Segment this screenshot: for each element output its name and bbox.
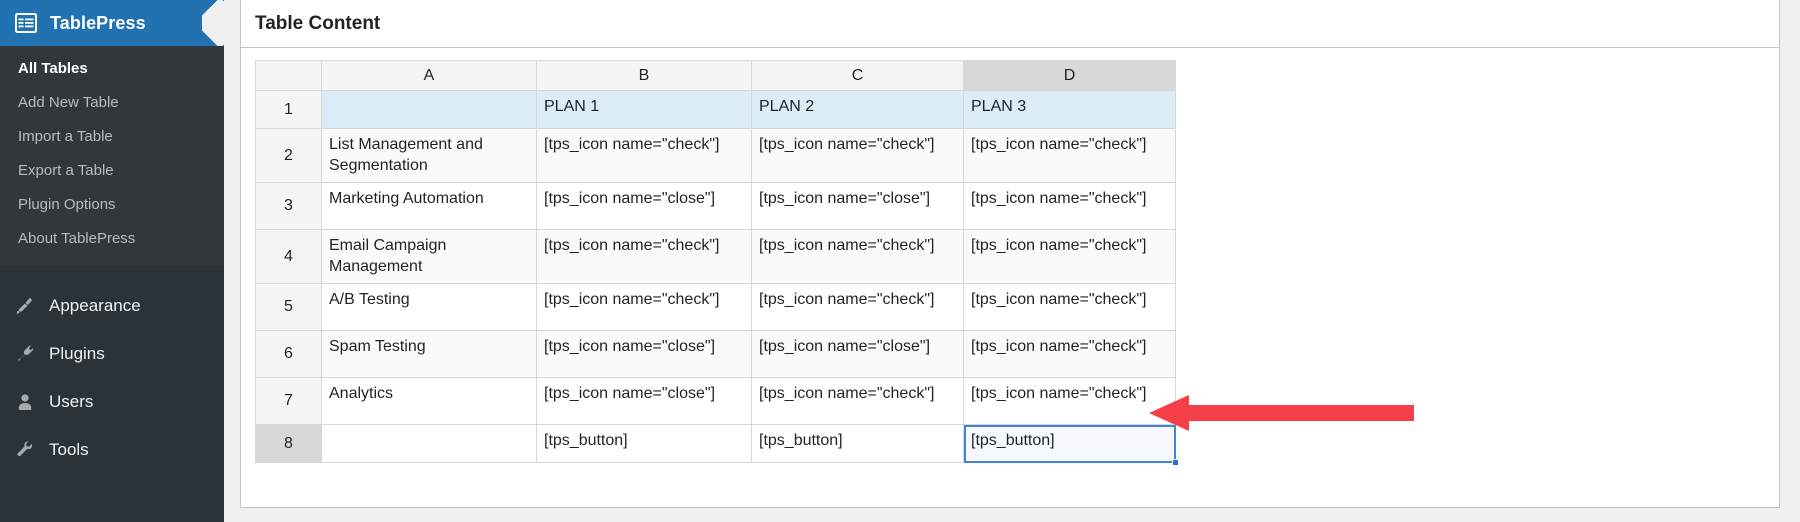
cell-d4[interactable]: [tps_icon name="check"] bbox=[964, 230, 1176, 284]
column-header-d[interactable]: D bbox=[964, 61, 1176, 91]
wrench-icon bbox=[12, 439, 38, 461]
user-icon bbox=[12, 391, 38, 413]
cell-a3[interactable]: Marketing Automation bbox=[322, 183, 537, 230]
cell-a2[interactable]: List Management and Segmentation bbox=[322, 129, 537, 183]
cell-d7[interactable]: [tps_icon name="check"] bbox=[964, 378, 1176, 425]
cell-c3[interactable]: [tps_icon name="close"] bbox=[752, 183, 964, 230]
row-header-4[interactable]: 4 bbox=[256, 230, 322, 284]
spreadsheet-grid[interactable]: A B C D 1 PLAN 1 PLAN 2 PLAN 3 bbox=[255, 60, 1176, 463]
row-header-3[interactable]: 3 bbox=[256, 183, 322, 230]
cell-b6[interactable]: [tps_icon name="close"] bbox=[537, 331, 752, 378]
sidebar-item-plugins[interactable]: Plugins bbox=[0, 330, 224, 378]
table-row: 4 Email Campaign Management [tps_icon na… bbox=[256, 230, 1176, 284]
plugin-title: TablePress bbox=[50, 13, 146, 34]
grid-corner-cell[interactable] bbox=[256, 61, 322, 91]
table-row: 5 A/B Testing [tps_icon name="check"] [t… bbox=[256, 284, 1176, 331]
cell-d3[interactable]: [tps_icon name="check"] bbox=[964, 183, 1176, 230]
cell-c5[interactable]: [tps_icon name="check"] bbox=[752, 284, 964, 331]
screen-root: TablePress All Tables Add New Table Impo… bbox=[0, 0, 1800, 522]
sidebar-item-users[interactable]: Users bbox=[0, 378, 224, 426]
column-header-c[interactable]: C bbox=[752, 61, 964, 91]
row-header-1[interactable]: 1 bbox=[256, 91, 322, 129]
cell-b7[interactable]: [tps_icon name="close"] bbox=[537, 378, 752, 425]
row-header-7[interactable]: 7 bbox=[256, 378, 322, 425]
cell-d6[interactable]: [tps_icon name="check"] bbox=[964, 331, 1176, 378]
content-area: Table Content A B C D bbox=[224, 0, 1800, 522]
panel-header: Table Content bbox=[241, 0, 1779, 48]
sidebar-plugin-header[interactable]: TablePress bbox=[0, 0, 224, 46]
sidebar-main-menu: Appearance Plugins Use bbox=[0, 278, 224, 474]
cell-d8-text: [tps_button] bbox=[971, 432, 1055, 449]
cell-b1[interactable]: PLAN 1 bbox=[537, 91, 752, 129]
cell-c8[interactable]: [tps_button] bbox=[752, 425, 964, 463]
table-icon bbox=[14, 11, 38, 35]
sidebar-item-plugin-options[interactable]: Plugin Options bbox=[0, 188, 224, 222]
column-header-b[interactable]: B bbox=[537, 61, 752, 91]
table-row: 6 Spam Testing [tps_icon name="close"] [… bbox=[256, 331, 1176, 378]
cell-a5[interactable]: A/B Testing bbox=[322, 284, 537, 331]
cell-c1[interactable]: PLAN 2 bbox=[752, 91, 964, 129]
sidebar-item-all-tables[interactable]: All Tables bbox=[0, 52, 224, 86]
cell-b3[interactable]: [tps_icon name="close"] bbox=[537, 183, 752, 230]
table-row: 7 Analytics [tps_icon name="close"] [tps… bbox=[256, 378, 1176, 425]
cell-a1[interactable] bbox=[322, 91, 537, 129]
cell-a7[interactable]: Analytics bbox=[322, 378, 537, 425]
row-header-8[interactable]: 8 bbox=[256, 425, 322, 463]
chevron-left-icon bbox=[202, 0, 224, 46]
cell-c7[interactable]: [tps_icon name="check"] bbox=[752, 378, 964, 425]
row-header-5[interactable]: 5 bbox=[256, 284, 322, 331]
panel-body: A B C D 1 PLAN 1 PLAN 2 PLAN 3 bbox=[241, 48, 1779, 463]
sidebar-item-label: Tools bbox=[49, 440, 89, 460]
sidebar-item-about-tablepress[interactable]: About TablePress bbox=[0, 222, 224, 256]
column-header-a[interactable]: A bbox=[322, 61, 537, 91]
page-title: Table Content bbox=[255, 13, 380, 35]
sidebar-item-add-new-table[interactable]: Add New Table bbox=[0, 86, 224, 120]
selection-fill-handle[interactable] bbox=[1172, 459, 1179, 466]
cell-d8-selected[interactable]: [tps_button] bbox=[964, 425, 1176, 463]
cell-a8[interactable] bbox=[322, 425, 537, 463]
sidebar-item-appearance[interactable]: Appearance bbox=[0, 282, 224, 330]
cell-a4[interactable]: Email Campaign Management bbox=[322, 230, 537, 284]
sidebar-item-import-a-table[interactable]: Import a Table bbox=[0, 120, 224, 154]
row-header-2[interactable]: 2 bbox=[256, 129, 322, 183]
cell-d5[interactable]: [tps_icon name="check"] bbox=[964, 284, 1176, 331]
sidebar-item-label: Appearance bbox=[49, 296, 141, 316]
sidebar-item-label: Plugins bbox=[49, 344, 105, 364]
table-row: 8 [tps_button] [tps_button] [tps_button] bbox=[256, 425, 1176, 463]
cell-b4[interactable]: [tps_icon name="check"] bbox=[537, 230, 752, 284]
table-row: 2 List Management and Segmentation [tps_… bbox=[256, 129, 1176, 183]
table-row: 3 Marketing Automation [tps_icon name="c… bbox=[256, 183, 1176, 230]
sidebar-item-label: Users bbox=[49, 392, 93, 412]
cell-a6[interactable]: Spam Testing bbox=[322, 331, 537, 378]
table-content-panel: Table Content A B C D bbox=[240, 0, 1780, 508]
column-header-row: A B C D bbox=[256, 61, 1176, 91]
cell-d2[interactable]: [tps_icon name="check"] bbox=[964, 129, 1176, 183]
admin-sidebar: TablePress All Tables Add New Table Impo… bbox=[0, 0, 224, 522]
cell-c6[interactable]: [tps_icon name="close"] bbox=[752, 331, 964, 378]
cell-b5[interactable]: [tps_icon name="check"] bbox=[537, 284, 752, 331]
cell-b2[interactable]: [tps_icon name="check"] bbox=[537, 129, 752, 183]
table-row: 1 PLAN 1 PLAN 2 PLAN 3 bbox=[256, 91, 1176, 129]
sidebar-item-tools[interactable]: Tools bbox=[0, 426, 224, 474]
sidebar-submenu: All Tables Add New Table Import a Table … bbox=[0, 46, 224, 266]
cell-d1[interactable]: PLAN 3 bbox=[964, 91, 1176, 129]
cell-c4[interactable]: [tps_icon name="check"] bbox=[752, 230, 964, 284]
sidebar-item-export-a-table[interactable]: Export a Table bbox=[0, 154, 224, 188]
row-header-6[interactable]: 6 bbox=[256, 331, 322, 378]
cell-b8[interactable]: [tps_button] bbox=[537, 425, 752, 463]
paintbrush-icon bbox=[12, 295, 38, 317]
plug-icon bbox=[12, 343, 38, 365]
cell-c2[interactable]: [tps_icon name="check"] bbox=[752, 129, 964, 183]
sidebar-divider bbox=[0, 266, 224, 278]
